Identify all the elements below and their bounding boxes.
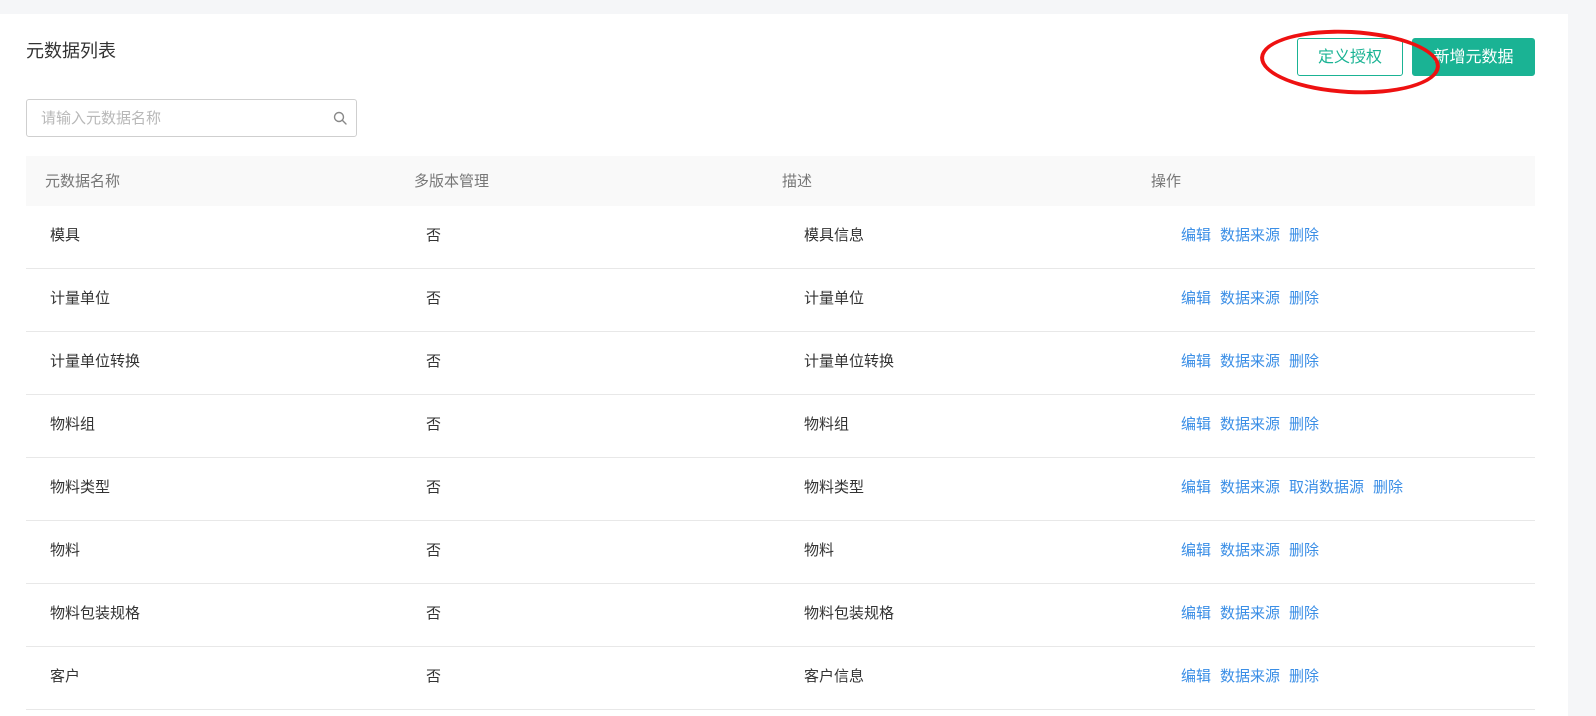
cell-actions: 编辑 数据来源 删除 <box>1181 521 1328 579</box>
cell-actions: 编辑 数据来源 删除 <box>1181 584 1328 642</box>
edit-link[interactable]: 编辑 <box>1181 667 1211 685</box>
metadata-table: 元数据名称 多版本管理 描述 操作 模具否模具信息 编辑 数据来源 删除 计量单位否计量… <box>26 156 1535 710</box>
cell-description: 物料类型 <box>804 478 865 496</box>
cell-description: 物料包装规格 <box>804 604 895 622</box>
cell-actions: 编辑 数据来源 删除 <box>1181 206 1328 264</box>
cell-name: 计量单位 <box>50 289 111 307</box>
edit-link[interactable]: 编辑 <box>1181 289 1211 307</box>
edit-link[interactable]: 编辑 <box>1181 226 1211 244</box>
cell-versioning: 否 <box>426 667 442 685</box>
delete-link[interactable]: 删除 <box>1289 352 1319 370</box>
table-row: 计量单位转换 否 计量单位转换 编辑 数据来源 删除 <box>26 332 1535 395</box>
delete-link[interactable]: 删除 <box>1289 604 1319 622</box>
cell-name: 模具 <box>50 226 81 244</box>
column-header-versioning: 多版本管理 <box>414 172 490 190</box>
delete-link[interactable]: 删除 <box>1289 415 1319 433</box>
data-source-link[interactable]: 数据来源 <box>1220 541 1280 559</box>
data-source-link[interactable]: 数据来源 <box>1220 226 1280 244</box>
table-body: 模具否模具信息 编辑 数据来源 删除 计量单位否计量单位 编辑 数据来源 删除 计量单位转换否计… <box>26 206 1535 710</box>
cell-versioning: 否 <box>426 226 442 244</box>
cell-name: 物料 <box>50 541 81 559</box>
edit-link[interactable]: 编辑 <box>1181 415 1211 433</box>
delete-link[interactable]: 删除 <box>1289 541 1319 559</box>
cell-name: 物料包装规格 <box>50 604 141 622</box>
add-metadata-button[interactable]: 新增元数据 <box>1412 38 1535 76</box>
delete-link[interactable]: 删除 <box>1289 289 1319 307</box>
table-header: 元数据名称 多版本管理 描述 操作 <box>26 156 1535 206</box>
cell-actions: 编辑 数据来源 删除 <box>1181 395 1328 453</box>
table-row: 物料 否 物料 编辑 数据来源 删除 <box>26 521 1535 584</box>
table-row: 物料包装规格 否 物料包装规格 编辑 数据来源 删除 <box>26 584 1535 647</box>
column-header-description: 描述 <box>782 172 813 190</box>
cell-description: 模具信息 <box>804 226 865 244</box>
cell-versioning: 否 <box>426 415 442 433</box>
data-source-link[interactable]: 数据来源 <box>1220 604 1280 622</box>
define-authorization-button[interactable]: 定义授权 <box>1297 38 1403 76</box>
cell-name: 物料类型 <box>50 478 111 496</box>
data-source-link[interactable]: 数据来源 <box>1220 289 1280 307</box>
column-header-name: 元数据名称 <box>45 172 121 190</box>
cell-actions: 编辑 数据来源 删除 <box>1181 647 1328 705</box>
cancel-data-source-link[interactable]: 取消数据源 <box>1289 478 1364 496</box>
search-input[interactable] <box>27 100 331 136</box>
table-row: 物料类型 否 物料类型 编辑 数据来源 取消数据源 删除 <box>26 458 1535 521</box>
cell-description: 物料组 <box>804 415 850 433</box>
data-source-link[interactable]: 数据来源 <box>1220 352 1280 370</box>
search-box <box>26 99 357 137</box>
table-row: 计量单位 否 计量单位 编辑 数据来源 删除 <box>26 269 1535 332</box>
cell-description: 计量单位 <box>804 289 865 307</box>
cell-name: 计量单位转换 <box>50 352 141 370</box>
cell-versioning: 否 <box>426 352 442 370</box>
cell-name: 物料组 <box>50 415 96 433</box>
cell-name: 客户 <box>50 667 81 685</box>
cell-versioning: 否 <box>426 541 442 559</box>
cell-description: 物料 <box>804 541 835 559</box>
column-header-actions: 操作 <box>1151 172 1182 190</box>
cell-description: 计量单位转换 <box>804 352 895 370</box>
data-source-link[interactable]: 数据来源 <box>1220 478 1280 496</box>
delete-link[interactable]: 删除 <box>1289 226 1319 244</box>
search-icon[interactable] <box>333 111 347 125</box>
cell-actions: 编辑 数据来源 删除 <box>1181 269 1328 327</box>
cell-actions: 编辑 数据来源 删除 <box>1181 332 1328 390</box>
cell-versioning: 否 <box>426 289 442 307</box>
page-title: 元数据列表 <box>26 41 116 62</box>
metadata-panel: 元数据列表 定义授权 新增元数据 元数据名称 多版本管理 描述 操作 模具否模具… <box>0 14 1568 716</box>
edit-link[interactable]: 编辑 <box>1181 352 1211 370</box>
delete-link[interactable]: 删除 <box>1289 667 1319 685</box>
edit-link[interactable]: 编辑 <box>1181 604 1211 622</box>
cell-versioning: 否 <box>426 604 442 622</box>
data-source-link[interactable]: 数据来源 <box>1220 415 1280 433</box>
table-row: 模具 否 模具信息 编辑 数据来源 删除 <box>26 206 1535 269</box>
cell-versioning: 否 <box>426 478 442 496</box>
data-source-link[interactable]: 数据来源 <box>1220 667 1280 685</box>
edit-link[interactable]: 编辑 <box>1181 541 1211 559</box>
delete-link[interactable]: 删除 <box>1373 478 1403 496</box>
cell-actions: 编辑 数据来源 取消数据源 删除 <box>1181 458 1412 516</box>
table-row: 客户 否 客户信息 编辑 数据来源 删除 <box>26 647 1535 710</box>
cell-description: 客户信息 <box>804 667 865 685</box>
edit-link[interactable]: 编辑 <box>1181 478 1211 496</box>
table-row: 物料组 否 物料组 编辑 数据来源 删除 <box>26 395 1535 458</box>
